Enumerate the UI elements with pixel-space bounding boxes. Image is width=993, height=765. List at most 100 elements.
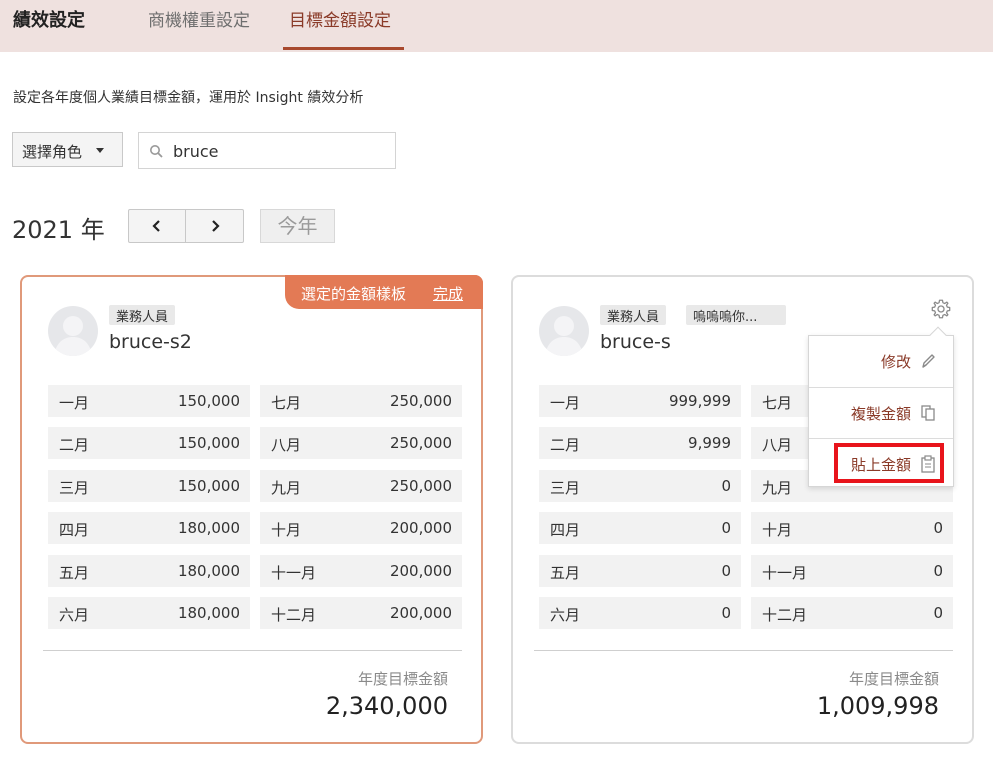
month-label: 五月 bbox=[550, 564, 581, 582]
month-target-cell[interactable]: 三月 150,000 bbox=[48, 470, 250, 502]
month-target-cell[interactable]: 二月 9,999 bbox=[539, 427, 741, 459]
page-title: 績效設定 bbox=[13, 10, 85, 31]
month-target-cell[interactable]: 八月 250,000 bbox=[260, 427, 462, 459]
month-value: 0 bbox=[721, 519, 731, 537]
template-tag-label: 選定的金額樣板 bbox=[301, 285, 407, 303]
role-select-dropdown[interactable]: 選擇角色 bbox=[12, 132, 123, 167]
active-tab-indicator bbox=[283, 47, 404, 50]
month-value: 250,000 bbox=[389, 477, 452, 495]
month-label: 二月 bbox=[59, 436, 90, 454]
month-target-cell[interactable]: 十二月 200,000 bbox=[260, 597, 462, 629]
search-icon bbox=[150, 145, 163, 158]
menu-item-label: 修改 bbox=[880, 353, 911, 371]
month-label: 七月 bbox=[271, 394, 302, 412]
role-select-label: 選擇角色 bbox=[22, 143, 83, 161]
month-value: 250,000 bbox=[389, 434, 452, 452]
gear-icon[interactable] bbox=[930, 298, 952, 320]
month-value: 0 bbox=[721, 604, 731, 622]
month-target-cell[interactable]: 四月 0 bbox=[539, 512, 741, 544]
month-value: 180,000 bbox=[177, 519, 240, 537]
month-target-cell[interactable]: 五月 180,000 bbox=[48, 555, 250, 587]
month-label: 十月 bbox=[762, 521, 793, 539]
month-label: 一月 bbox=[59, 394, 90, 412]
month-value: 0 bbox=[721, 562, 731, 580]
menu-item-paste[interactable]: 貼上金額 bbox=[809, 438, 953, 488]
month-target-cell[interactable]: 十二月 0 bbox=[751, 597, 953, 629]
template-tag: 選定的金額樣板 完成 bbox=[285, 275, 483, 309]
chevron-left-icon bbox=[152, 220, 160, 232]
month-target-cell[interactable]: 二月 150,000 bbox=[48, 427, 250, 459]
divider bbox=[534, 650, 953, 651]
template-done-link[interactable]: 完成 bbox=[433, 283, 463, 304]
month-value: 200,000 bbox=[389, 604, 452, 622]
next-year-button[interactable] bbox=[186, 210, 243, 242]
group-badge: 嗚嗚嗚你... bbox=[686, 305, 786, 325]
copy-icon bbox=[921, 405, 935, 421]
month-label: 四月 bbox=[550, 521, 581, 539]
menu-item-label: 貼上金額 bbox=[850, 456, 911, 474]
month-label: 三月 bbox=[550, 479, 581, 497]
month-target-cell[interactable]: 十月 200,000 bbox=[260, 512, 462, 544]
previous-year-button[interactable] bbox=[129, 210, 186, 242]
month-target-cell[interactable]: 一月 999,999 bbox=[539, 385, 741, 417]
month-label: 一月 bbox=[550, 394, 581, 412]
annual-target-label: 年度目標金額 bbox=[357, 670, 448, 688]
search-value: bruce bbox=[173, 142, 219, 161]
month-value: 180,000 bbox=[177, 604, 240, 622]
card-settings-menu: 修改 複製金額 貼上金額 bbox=[808, 326, 954, 488]
month-label: 八月 bbox=[762, 436, 793, 454]
year-nav-group bbox=[128, 209, 244, 243]
month-label: 九月 bbox=[762, 479, 793, 497]
month-target-cell[interactable]: 十一月 0 bbox=[751, 555, 953, 587]
user-name: bruce-s bbox=[600, 331, 671, 353]
month-target-cell[interactable]: 三月 0 bbox=[539, 470, 741, 502]
month-value: 150,000 bbox=[177, 392, 240, 410]
month-value: 0 bbox=[933, 562, 943, 580]
search-input[interactable]: bruce bbox=[138, 132, 396, 169]
menu-item-edit[interactable]: 修改 bbox=[809, 336, 953, 386]
month-label: 二月 bbox=[550, 436, 581, 454]
tab-opportunity-weight[interactable]: 商機權重設定 bbox=[148, 6, 250, 31]
paste-icon bbox=[921, 455, 935, 473]
menu-item-label: 複製金額 bbox=[850, 405, 911, 423]
divider bbox=[43, 650, 462, 651]
month-label: 七月 bbox=[762, 394, 793, 412]
month-value: 0 bbox=[933, 519, 943, 537]
month-target-cell[interactable]: 六月 0 bbox=[539, 597, 741, 629]
month-label: 六月 bbox=[59, 606, 90, 624]
month-target-cell[interactable]: 六月 180,000 bbox=[48, 597, 250, 629]
user-name: bruce-s2 bbox=[109, 331, 192, 353]
annual-target-value: 1,009,998 bbox=[816, 692, 939, 720]
month-value: 9,999 bbox=[688, 434, 731, 452]
month-target-cell[interactable]: 四月 180,000 bbox=[48, 512, 250, 544]
month-target-cell[interactable]: 一月 150,000 bbox=[48, 385, 250, 417]
tab-target-amount[interactable]: 目標金額設定 bbox=[289, 6, 391, 31]
month-value: 999,999 bbox=[668, 392, 731, 410]
month-target-cell[interactable]: 七月 250,000 bbox=[260, 385, 462, 417]
month-label: 十二月 bbox=[762, 606, 808, 624]
avatar bbox=[48, 306, 98, 356]
menu-item-copy[interactable]: 複製金額 bbox=[809, 387, 953, 437]
month-label: 十一月 bbox=[762, 564, 808, 582]
caret-down-icon bbox=[96, 148, 104, 153]
this-year-button[interactable]: 今年 bbox=[260, 209, 335, 243]
user-silhouette-icon bbox=[545, 316, 583, 356]
month-label: 五月 bbox=[59, 564, 90, 582]
month-label: 八月 bbox=[271, 436, 302, 454]
annual-target-value: 2,340,000 bbox=[325, 692, 448, 720]
month-value: 180,000 bbox=[177, 562, 240, 580]
month-target-cell[interactable]: 九月 250,000 bbox=[260, 470, 462, 502]
month-label: 六月 bbox=[550, 606, 581, 624]
month-label: 十二月 bbox=[271, 606, 317, 624]
month-label: 十月 bbox=[271, 521, 302, 539]
month-label: 十一月 bbox=[271, 564, 317, 582]
role-badge: 業務人員 bbox=[109, 305, 176, 325]
user-target-card: 選定的金額樣板 完成 業務人員 bruce-s2 一月 150,000 二月 150… bbox=[20, 275, 483, 744]
month-target-cell[interactable]: 十月 0 bbox=[751, 512, 953, 544]
month-target-cell[interactable]: 五月 0 bbox=[539, 555, 741, 587]
annual-target-label: 年度目標金額 bbox=[848, 670, 939, 688]
chevron-right-icon bbox=[211, 220, 220, 232]
avatar bbox=[539, 306, 589, 356]
month-target-cell[interactable]: 十一月 200,000 bbox=[260, 555, 462, 587]
page-description: 設定各年度個人業績目標金額，運用於 Insight 績效分析 bbox=[13, 90, 364, 106]
